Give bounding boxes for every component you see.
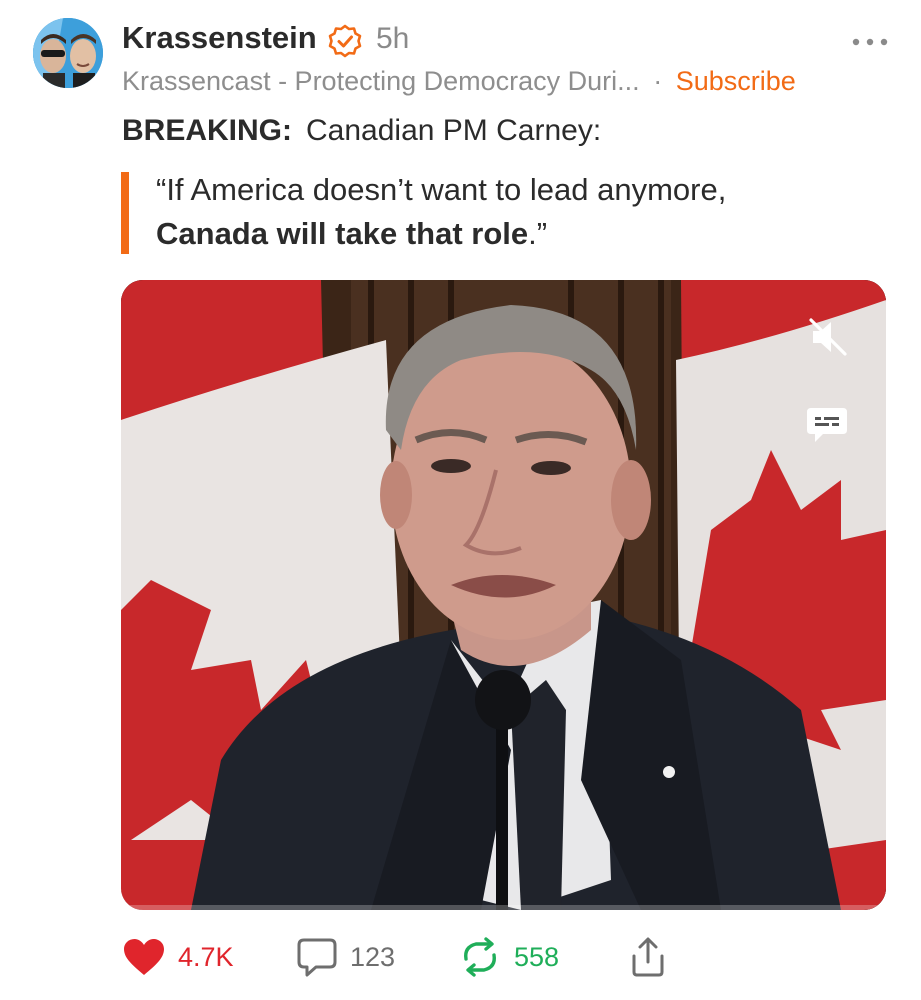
author-avatar[interactable] xyxy=(33,18,103,88)
comment-bubble-icon xyxy=(297,938,337,977)
captions-icon[interactable] xyxy=(805,406,849,446)
author-name[interactable]: Krassenstein xyxy=(122,20,317,56)
verified-check-icon xyxy=(328,24,362,58)
avatar-image xyxy=(33,18,103,88)
post-card: Krassenstein 5h Krassencast - Protecting… xyxy=(0,0,921,1000)
quote-line-1: “If America doesn’t want to lead anymore… xyxy=(156,172,727,207)
publication-line: Krassencast - Protecting Democracy Duri.… xyxy=(122,66,796,97)
quote-bold-text: Canada will take that role xyxy=(156,216,529,251)
breaking-text: Canadian PM Carney: xyxy=(306,114,602,147)
comment-button[interactable]: 123 xyxy=(296,932,395,982)
muted-speaker-icon[interactable] xyxy=(807,316,849,358)
comment-count: 123 xyxy=(350,941,396,972)
action-bar: 4.7K 123 558 xyxy=(0,932,921,982)
share-icon xyxy=(632,937,664,977)
share-button[interactable] xyxy=(628,932,668,982)
more-dots-icon[interactable] xyxy=(850,36,890,48)
quote-line-2: Canada will take that role.” xyxy=(156,216,547,252)
separator-dot: · xyxy=(653,66,663,96)
video-frame xyxy=(121,280,886,910)
breaking-label: BREAKING: xyxy=(122,114,292,147)
like-button[interactable]: 4.7K xyxy=(122,932,234,982)
restack-arrows-icon xyxy=(464,937,496,977)
post-headline: BREAKING: Canadian PM Carney: xyxy=(122,114,601,148)
video-player[interactable] xyxy=(121,280,886,910)
restack-count: 558 xyxy=(514,941,560,972)
publication-name[interactable]: Krassencast - Protecting Democracy Duri.… xyxy=(122,66,640,96)
subscribe-button[interactable]: Subscribe xyxy=(676,66,796,96)
post-time: 5h xyxy=(376,22,410,55)
restack-button[interactable]: 558 xyxy=(458,932,559,982)
like-count: 4.7K xyxy=(178,941,234,972)
video-progress-track[interactable] xyxy=(121,905,886,910)
quote-end-text: .” xyxy=(528,216,548,251)
quote-bar xyxy=(121,172,129,254)
heart-icon xyxy=(124,939,164,975)
